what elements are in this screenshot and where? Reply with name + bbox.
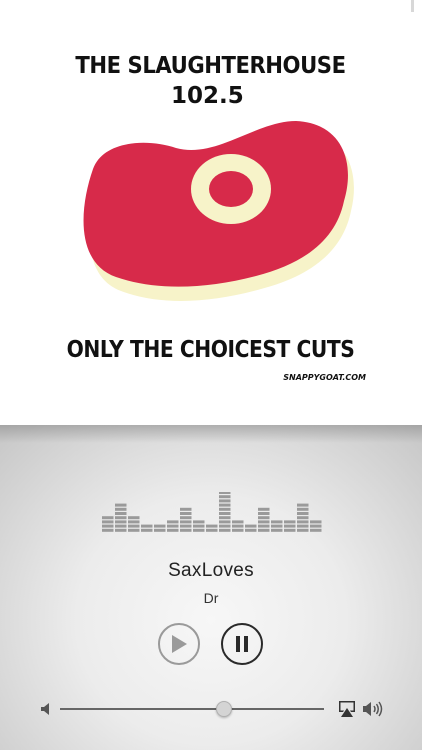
artwork-tagline: ONLY THE CHOICEST CUTS — [66, 337, 355, 363]
equalizer-bar-segment — [193, 524, 205, 528]
equalizer-bar-segment — [102, 528, 114, 532]
play-button[interactable] — [158, 623, 200, 665]
equalizer-bar-segment — [115, 520, 127, 524]
equalizer-bar-segment — [219, 503, 231, 507]
equalizer-bar-segment — [128, 520, 140, 524]
pause-button[interactable] — [221, 623, 263, 665]
equalizer-bar-segment — [167, 528, 179, 532]
airplay-button[interactable] — [337, 700, 357, 718]
artwork-area: THE SLAUGHTERHOUSE 102.5 ONLY THE CHOICE… — [0, 0, 422, 425]
equalizer-bar-segment — [271, 520, 283, 524]
equalizer-bar-segment — [219, 524, 231, 528]
pause-icon — [236, 636, 248, 652]
equalizer-bar-segment — [297, 507, 309, 511]
equalizer-bar-segment — [180, 507, 192, 511]
equalizer-bar-segment — [115, 503, 127, 507]
steak-graphic — [83, 121, 354, 301]
equalizer-bar-segment — [297, 520, 309, 524]
equalizer-bar-segment — [102, 520, 114, 524]
equalizer-bar-segment — [258, 524, 270, 528]
equalizer-bar-segment — [154, 528, 166, 532]
equalizer-bar-segment — [219, 520, 231, 524]
equalizer-bar-segment — [284, 528, 296, 532]
equalizer-bar-segment — [297, 516, 309, 520]
equalizer-bar-segment — [232, 520, 244, 524]
equalizer-bar-segment — [258, 520, 270, 524]
equalizer-bar-segment — [115, 516, 127, 520]
equalizer-bar-segment — [102, 524, 114, 528]
equalizer-bar-segment — [219, 495, 231, 499]
equalizer-bar-segment — [271, 528, 283, 532]
equalizer-bar-segment — [180, 516, 192, 520]
equalizer-bar-segment — [128, 516, 140, 520]
album-artwork: THE SLAUGHTERHOUSE 102.5 ONLY THE CHOICE… — [31, 33, 390, 392]
volume-control — [0, 695, 422, 723]
equalizer-bar-segment — [297, 528, 309, 532]
equalizer-bar-segment — [206, 528, 218, 532]
equalizer-bar-segment — [219, 499, 231, 503]
equalizer-bar-segment — [167, 520, 179, 524]
equalizer-bar-segment — [154, 524, 166, 528]
equalizer-bar-segment — [219, 492, 231, 494]
track-title: SaxLoves — [168, 560, 254, 581]
equalizer-bar-segment — [193, 528, 205, 532]
equalizer-bar-segment — [297, 512, 309, 515]
equalizer-bar-segment — [310, 528, 322, 532]
equalizer-bar-segment — [310, 520, 322, 524]
volume-slider-fill — [60, 708, 224, 710]
equalizer-bar-segment — [219, 528, 231, 532]
player-top-shadow — [0, 425, 422, 443]
equalizer-bar-segment — [115, 528, 127, 532]
equalizer-bar-segment — [284, 520, 296, 524]
equalizer-bar-segment — [180, 520, 192, 524]
equalizer-bar-segment — [271, 524, 283, 528]
equalizer-bar-segment — [219, 507, 231, 511]
equalizer-bar-segment — [258, 516, 270, 520]
track-artist: Dr — [203, 590, 219, 606]
equalizer-bar-segment — [232, 524, 244, 528]
equalizer-bar-segment — [115, 512, 127, 515]
volume-slider-thumb[interactable] — [215, 701, 232, 717]
equalizer-bar-segment — [167, 524, 179, 528]
speaker-min-icon — [41, 703, 49, 715]
equalizer-bar-segment — [128, 524, 140, 528]
equalizer-bar-segment — [128, 528, 140, 532]
artwork-frequency: 102.5 — [171, 83, 244, 109]
equalizer-bar-segment — [310, 524, 322, 528]
equalizer-bar-segment — [219, 516, 231, 520]
equalizer-bar-segment — [232, 528, 244, 532]
equalizer-bar-segment — [258, 512, 270, 515]
airplay-icon — [339, 701, 355, 717]
equalizer-bar-segment — [245, 524, 257, 528]
equalizer-bar-segment — [141, 524, 153, 528]
equalizer-bar-segment — [115, 524, 127, 528]
artwork-title: THE SLAUGHTERHOUSE — [75, 53, 346, 79]
equalizer-bar-segment — [193, 520, 205, 524]
artwork-watermark: SNAPPYGOAT.COM — [283, 373, 366, 382]
equalizer-bar-segment — [258, 507, 270, 511]
equalizer-bar-segment — [297, 503, 309, 507]
equalizer-bar-segment — [180, 528, 192, 532]
equalizer-bar-segment — [115, 507, 127, 511]
equalizer-bar-segment — [206, 524, 218, 528]
equalizer-bar-segment — [258, 528, 270, 532]
speaker-max-icon — [363, 701, 383, 717]
equalizer-bar-segment — [219, 512, 231, 515]
equalizer-bar-segment — [180, 524, 192, 528]
equalizer-bar-segment — [141, 528, 153, 532]
scroll-indicator — [411, 0, 414, 12]
equalizer-bar-segment — [284, 524, 296, 528]
equalizer-bar-segment — [180, 512, 192, 515]
equalizer-bar-segment — [245, 528, 257, 532]
volume-slider[interactable] — [60, 701, 324, 717]
equalizer-bar-segment — [297, 524, 309, 528]
equalizer-bar-segment — [102, 516, 114, 520]
play-icon — [172, 635, 187, 653]
equalizer-visualizer — [102, 492, 322, 532]
